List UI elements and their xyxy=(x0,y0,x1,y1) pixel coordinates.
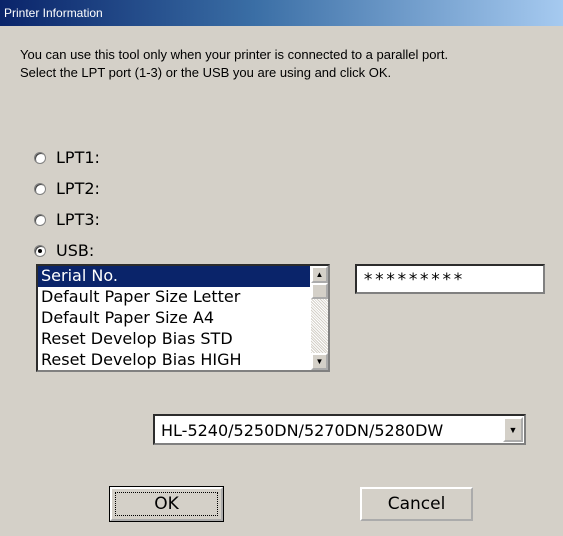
scroll-up-arrow-icon[interactable]: ▲ xyxy=(311,266,328,283)
radio-lpt1[interactable]: LPT1: xyxy=(34,142,100,173)
radio-usb-label[interactable]: USB: xyxy=(56,241,94,260)
radio-lpt2-button[interactable] xyxy=(34,182,46,195)
list-item-serial-no[interactable]: Serial No. xyxy=(38,266,310,287)
printer-model-value: HL-5240/5250DN/5270DN/5280DW xyxy=(161,421,444,440)
list-item-default-paper-letter[interactable]: Default Paper Size Letter xyxy=(38,287,310,308)
radio-usb-button[interactable] xyxy=(34,244,46,257)
dropdown-arrow-icon[interactable]: ▼ xyxy=(503,417,523,442)
focus-rect xyxy=(115,492,218,516)
serial-number-field[interactable]: ********* xyxy=(355,264,545,294)
list-item-reset-develop-bias-high[interactable]: Reset Develop Bias HIGH xyxy=(38,350,310,370)
cancel-button-label: Cancel xyxy=(387,494,446,514)
list-item-default-paper-a4[interactable]: Default Paper Size A4 xyxy=(38,308,310,329)
instructions-line-2: Select the LPT port (1-3) or the USB you… xyxy=(20,65,392,80)
scroll-thumb[interactable] xyxy=(311,283,328,299)
scroll-down-arrow-icon[interactable]: ▼ xyxy=(311,353,328,370)
window-title: Printer Information xyxy=(4,6,103,20)
ok-button[interactable]: OK xyxy=(109,486,224,522)
radio-lpt3-label[interactable]: LPT3: xyxy=(56,210,100,229)
function-list-items: Serial No. Default Paper Size Letter Def… xyxy=(38,266,310,370)
title-bar: Printer Information xyxy=(0,0,563,26)
radio-lpt3[interactable]: LPT3: xyxy=(34,204,100,235)
list-scrollbar[interactable]: ▲ ▼ xyxy=(311,266,328,370)
instructions-line-1: You can use this tool only when your pri… xyxy=(20,47,449,62)
function-listbox[interactable]: Serial No. Default Paper Size Letter Def… xyxy=(36,264,330,372)
radio-lpt3-button[interactable] xyxy=(34,213,46,226)
instructions-text: You can use this tool only when your pri… xyxy=(20,46,555,82)
radio-lpt1-label[interactable]: LPT1: xyxy=(56,148,100,167)
cancel-button[interactable]: Cancel xyxy=(360,487,473,521)
printer-information-dialog: Printer Information You can use this too… xyxy=(0,0,563,536)
radio-lpt1-button[interactable] xyxy=(34,151,46,164)
list-item-reset-develop-bias-std[interactable]: Reset Develop Bias STD xyxy=(38,329,310,350)
printer-model-select[interactable]: HL-5240/5250DN/5270DN/5280DW ▼ xyxy=(153,414,526,445)
radio-usb[interactable]: USB: xyxy=(34,235,100,266)
port-radio-group: LPT1: LPT2: LPT3: USB: xyxy=(34,142,100,266)
radio-lpt2[interactable]: LPT2: xyxy=(34,173,100,204)
radio-lpt2-label[interactable]: LPT2: xyxy=(56,179,100,198)
